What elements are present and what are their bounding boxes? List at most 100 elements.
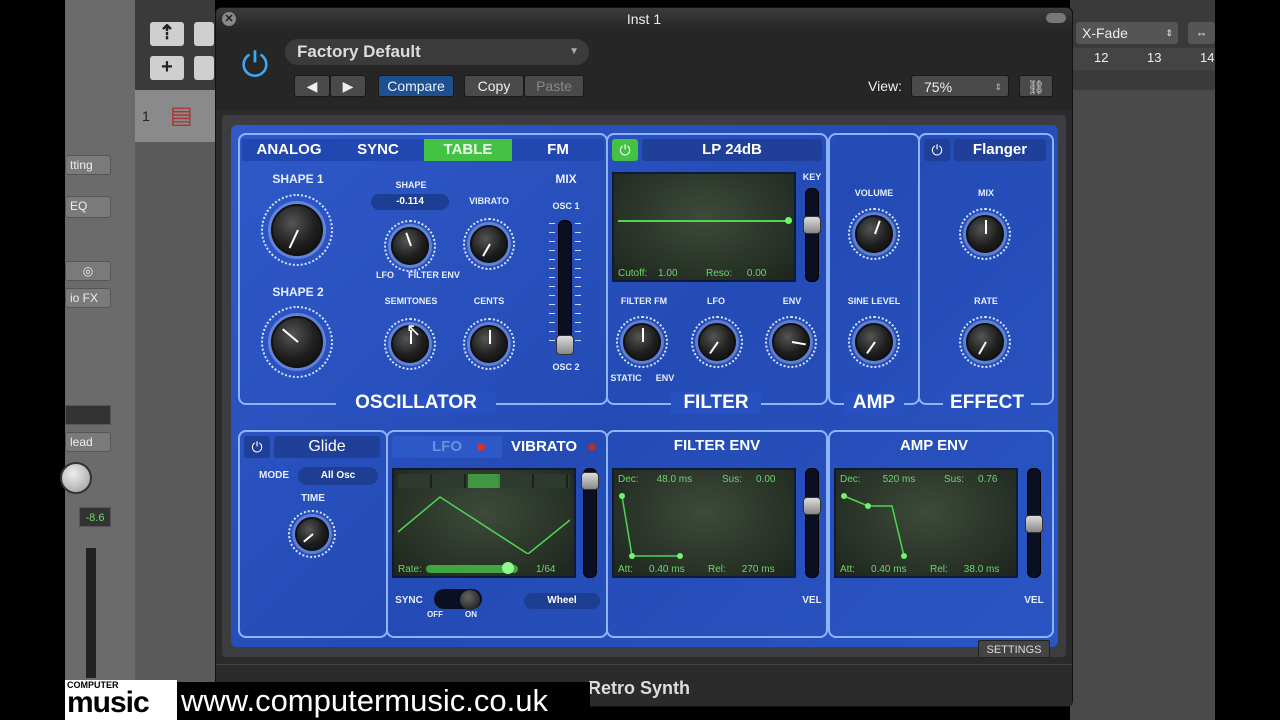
plugin-window: ✕ Inst 1 ⏻ Factory Default ▼ ◀ ▶ Compare …: [215, 7, 1073, 707]
crossfade-select[interactable]: X-Fade ⇕: [1076, 22, 1178, 44]
settings-button[interactable]: SETTINGS: [978, 640, 1050, 658]
add-track-button[interactable]: +: [150, 56, 184, 80]
view-select[interactable]: 75% ⇕: [911, 75, 1009, 97]
glide-power-icon[interactable]: ⏻: [244, 436, 270, 458]
select-arrows-icon: ⇕: [994, 82, 1002, 92]
tab-analog[interactable]: ANALOG: [244, 139, 334, 161]
filter-cutoff-handle[interactable]: [785, 217, 792, 224]
amp-env-vel-thumb[interactable]: [1025, 515, 1043, 533]
tab-fm[interactable]: FM: [514, 139, 602, 161]
track-view-button[interactable]: [194, 56, 214, 80]
effect-rate-knob[interactable]: [966, 323, 1004, 361]
sine-level-knob[interactable]: [855, 323, 893, 361]
preset-select[interactable]: Factory Default ▼: [285, 39, 589, 65]
glide-time-knob[interactable]: [295, 517, 329, 551]
sync-toggle-knob[interactable]: [460, 590, 480, 610]
toolbar-toggle-button[interactable]: [1046, 13, 1066, 23]
filter-fm-knob[interactable]: [623, 323, 661, 361]
fenv-att-value: 0.40 ms: [649, 564, 685, 575]
tab-table[interactable]: TABLE: [424, 139, 512, 161]
volume-knob[interactable]: [855, 215, 893, 253]
filter-power-icon[interactable]: ⏻: [612, 139, 638, 161]
audio-fx-label[interactable]: io FX: [65, 288, 111, 308]
shape-label: SHAPE: [395, 180, 427, 190]
effect-power-icon[interactable]: ⏻: [924, 139, 950, 161]
key-slider[interactable]: [805, 188, 819, 282]
shape-knob[interactable]: [391, 227, 429, 265]
tab-lfo[interactable]: LFO: [392, 436, 502, 458]
lfo-display[interactable]: Rate: 1/64: [392, 468, 576, 578]
lfo-rate-value: 1/64: [536, 564, 556, 575]
ruler-14: 14: [1200, 50, 1215, 65]
filter-env-knob[interactable]: [772, 323, 810, 361]
up-arrow-button[interactable]: ⇡: [150, 22, 184, 46]
fenv-dec-text: Dec:: [618, 474, 639, 485]
volume-readout: -8.6: [79, 507, 111, 527]
plugin-name: Retro Synth: [588, 678, 691, 698]
chevron-down-icon: ▼: [569, 46, 579, 57]
timeline-ruler[interactable]: [1070, 48, 1215, 70]
link-icon[interactable]: ⛓: [1019, 75, 1053, 97]
filter-curve: [618, 220, 790, 222]
plugin-power-icon[interactable]: ⏻: [236, 46, 274, 84]
setting-label[interactable]: tting: [65, 155, 111, 175]
time-label: TIME: [301, 493, 325, 504]
aenv-rel-value: 38.0 ms: [963, 564, 1000, 575]
edit-button[interactable]: [194, 22, 214, 46]
effect-mix-label: MIX: [977, 188, 994, 198]
slot-empty[interactable]: [65, 405, 111, 425]
next-preset-button[interactable]: ▶: [330, 75, 366, 97]
lead-label[interactable]: lead: [65, 432, 111, 452]
filter-lfo-knob[interactable]: [698, 323, 736, 361]
filter-env-vel-label: VEL: [802, 595, 822, 606]
shape1-knob[interactable]: [271, 204, 323, 256]
compare-button[interactable]: Compare: [378, 75, 454, 97]
mode-label: MODE: [259, 470, 289, 481]
effect-type-select[interactable]: Flanger: [954, 139, 1046, 161]
fenv-sus-value: 0.00: [756, 474, 776, 485]
lfo-rate-thumb[interactable]: [502, 562, 514, 574]
filter-env-label: ENV: [782, 296, 802, 306]
filter-type-select[interactable]: LP 24dB: [642, 139, 822, 161]
lfo-mod-label: LFO: [376, 270, 394, 280]
mix-label: MIX: [555, 172, 577, 186]
prev-preset-button[interactable]: ◀: [294, 75, 330, 97]
link-icon[interactable]: ◎: [65, 261, 111, 281]
vibrato-knob[interactable]: [470, 225, 508, 263]
eq-label[interactable]: EQ: [65, 196, 111, 218]
level-meter: [86, 548, 96, 678]
tab-sync[interactable]: SYNC: [334, 139, 422, 161]
osc-mix-slider[interactable]: [558, 220, 572, 350]
key-slider-thumb[interactable]: [803, 216, 821, 234]
effect-mix-knob[interactable]: [966, 215, 1004, 253]
shape2-knob[interactable]: [271, 316, 323, 368]
osc-mix-slider-thumb[interactable]: [556, 335, 574, 355]
lfo-triangle-wave-button[interactable]: [468, 474, 500, 488]
tab-vibrato[interactable]: VIBRATO: [504, 436, 584, 458]
copy-button[interactable]: Copy: [464, 75, 524, 97]
glide-mode-select[interactable]: All Osc: [298, 467, 378, 485]
filter-env-vel-slider[interactable]: [805, 468, 819, 578]
filter-env-display[interactable]: Dec: 48.0 ms Sus: 0.00 Att: 0.40 ms Rel: 270…: [612, 468, 796, 578]
paste-button[interactable]: Paste: [524, 75, 584, 97]
sync-on-label: ON: [465, 610, 477, 619]
sine-level-label: SINE LEVEL: [847, 296, 901, 306]
filter-display[interactable]: Cutoff: 1.00 Reso: 0.00: [612, 172, 796, 282]
view-value: 75%: [924, 79, 953, 95]
amp-env-display[interactable]: Dec: 520 ms Sus: 0.76 Att: 0.40 ms Rel: 38.0…: [834, 468, 1018, 578]
daw-tracks-area: [1070, 90, 1215, 720]
static-label: STATIC: [610, 373, 642, 383]
lfo-wheel-select[interactable]: Wheel: [524, 593, 600, 609]
cents-knob[interactable]: [470, 325, 508, 363]
shape-value[interactable]: -0.114: [371, 194, 449, 210]
aenv-att-text: Att:: [840, 564, 856, 575]
semitones-label: SEMITONES: [384, 296, 438, 306]
fenv-sus-text: Sus:: [722, 474, 743, 485]
filter-env-vel-thumb[interactable]: [803, 497, 821, 515]
cents-label: CENTS: [473, 296, 505, 306]
waveform-zoom-button[interactable]: ⇔: [1188, 22, 1215, 44]
lfo-amount-thumb[interactable]: [581, 472, 599, 490]
effect-title: EFFECT: [943, 392, 1031, 414]
lfo-led: [477, 443, 485, 451]
pan-knob[interactable]: [60, 462, 92, 494]
